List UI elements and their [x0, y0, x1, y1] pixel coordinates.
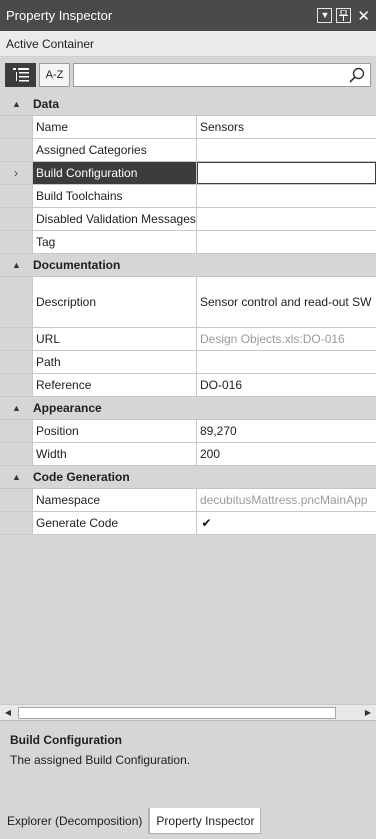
pin-icon[interactable] — [336, 8, 352, 23]
property-value-checkbox[interactable]: ✔ — [197, 512, 376, 534]
property-value[interactable] — [197, 185, 376, 207]
inspector-toolbar: A-Z — [0, 57, 376, 93]
row-selector-icon: › — [0, 162, 32, 184]
row-margin — [0, 374, 32, 396]
property-row[interactable]: Namespace decubitusMattress.pncMainApp — [0, 489, 376, 512]
row-margin — [0, 116, 32, 138]
property-row[interactable]: Assigned Categories — [0, 139, 376, 162]
property-name[interactable]: Position — [32, 420, 197, 442]
scroll-left-icon[interactable]: ◀ — [0, 705, 16, 721]
bottom-tab-strip: Explorer (Decomposition) Property Inspect… — [0, 808, 376, 839]
scroll-thumb[interactable] — [18, 706, 336, 719]
categorized-list-icon — [12, 68, 29, 82]
property-value[interactable] — [197, 139, 376, 161]
property-value[interactable] — [197, 208, 376, 230]
property-name[interactable]: Build Toolchains — [32, 185, 197, 207]
property-row[interactable]: Generate Code ✔ — [0, 512, 376, 535]
property-row[interactable]: Path — [0, 351, 376, 374]
property-value[interactable]: 89,270 — [197, 420, 376, 442]
active-container-label: Active Container — [0, 31, 376, 57]
row-margin — [0, 443, 32, 465]
property-name[interactable]: Path — [32, 351, 197, 373]
tab-property-inspector[interactable]: Property Inspector — [149, 808, 262, 834]
category-header[interactable]: ▲ Code Generation — [0, 466, 376, 489]
collapse-icon[interactable]: ▲ — [0, 472, 33, 482]
description-panel: Build Configuration The assigned Build C… — [0, 720, 376, 808]
property-value[interactable]: Design Objects.xls:DO-016 — [197, 328, 376, 350]
property-name[interactable]: Build Configuration — [32, 162, 197, 184]
property-name[interactable]: Tag — [32, 231, 197, 253]
row-margin — [0, 277, 32, 327]
collapse-icon[interactable]: ▲ — [0, 260, 33, 270]
collapse-icon[interactable]: ▲ — [0, 99, 33, 109]
property-value[interactable] — [197, 162, 376, 184]
row-margin — [0, 328, 32, 350]
search-input[interactable] — [74, 64, 344, 86]
property-grid: ▲ Data Name Sensors Assigned Categories › Buil… — [0, 93, 376, 535]
property-value[interactable]: decubitusMattress.pncMainApp — [197, 489, 376, 511]
category-label: Appearance — [33, 401, 102, 415]
property-name[interactable]: Disabled Validation Messages — [32, 208, 197, 230]
title-bar: Property Inspector ▼ ✕ — [0, 0, 376, 31]
description-title: Build Configuration — [10, 733, 122, 747]
category-label: Documentation — [33, 258, 121, 272]
category-label: Code Generation — [33, 470, 130, 484]
property-name[interactable]: URL — [32, 328, 197, 350]
scroll-track[interactable] — [16, 706, 360, 719]
property-row[interactable]: Position 89,270 — [0, 420, 376, 443]
property-name[interactable]: Description — [32, 277, 197, 327]
property-value[interactable]: Sensor control and read-out SW — [197, 277, 376, 327]
row-margin — [0, 139, 32, 161]
checkmark-icon[interactable]: ✔ — [200, 516, 213, 530]
property-row[interactable]: Tag — [0, 231, 376, 254]
property-name[interactable]: Name — [32, 116, 197, 138]
row-margin — [0, 231, 32, 253]
property-value[interactable]: 200 — [197, 443, 376, 465]
property-value[interactable]: DO-016 — [197, 374, 376, 396]
row-margin — [0, 351, 32, 373]
property-value[interactable] — [197, 231, 376, 253]
property-name[interactable]: Generate Code — [32, 512, 197, 534]
row-margin — [0, 208, 32, 230]
property-row[interactable]: › Build Configuration — [0, 162, 376, 185]
category-header[interactable]: ▲ Data — [0, 93, 376, 116]
property-row[interactable]: URL Design Objects.xls:DO-016 — [0, 328, 376, 351]
close-icon[interactable]: ✕ — [357, 7, 370, 25]
property-name[interactable]: Width — [32, 443, 197, 465]
row-margin — [0, 512, 32, 534]
property-value[interactable]: Sensors — [197, 116, 376, 138]
property-row[interactable]: Width 200 — [0, 443, 376, 466]
horizontal-scrollbar[interactable]: ◀ ▶ — [0, 704, 376, 720]
category-header[interactable]: ▲ Documentation — [0, 254, 376, 277]
row-margin — [0, 185, 32, 207]
search-box — [73, 63, 371, 87]
categorized-view-button[interactable] — [5, 63, 36, 87]
property-name[interactable]: Namespace — [32, 489, 197, 511]
property-name[interactable]: Assigned Categories — [32, 139, 197, 161]
property-value[interactable] — [197, 351, 376, 373]
property-name[interactable]: Reference — [32, 374, 197, 396]
row-margin — [0, 489, 32, 511]
description-text: The assigned Build Configuration. — [10, 753, 191, 767]
property-row[interactable]: Reference DO-016 — [0, 374, 376, 397]
scroll-right-icon[interactable]: ▶ — [360, 705, 376, 721]
property-row[interactable]: Build Toolchains — [0, 185, 376, 208]
category-label: Data — [33, 97, 60, 111]
window-title: Property Inspector — [6, 8, 113, 23]
search-icon[interactable] — [349, 67, 365, 83]
collapse-icon[interactable]: ▲ — [0, 403, 33, 413]
category-header[interactable]: ▲ Appearance — [0, 397, 376, 420]
row-margin — [0, 420, 32, 442]
dropdown-menu-icon[interactable]: ▼ — [317, 8, 333, 23]
property-row[interactable]: Disabled Validation Messages — [0, 208, 376, 231]
property-row[interactable]: Name Sensors — [0, 116, 376, 139]
property-row[interactable]: Description Sensor control and read-out S… — [0, 277, 376, 328]
tab-explorer[interactable]: Explorer (Decomposition) — [0, 808, 150, 834]
alphabetical-view-button[interactable]: A-Z — [39, 63, 70, 87]
